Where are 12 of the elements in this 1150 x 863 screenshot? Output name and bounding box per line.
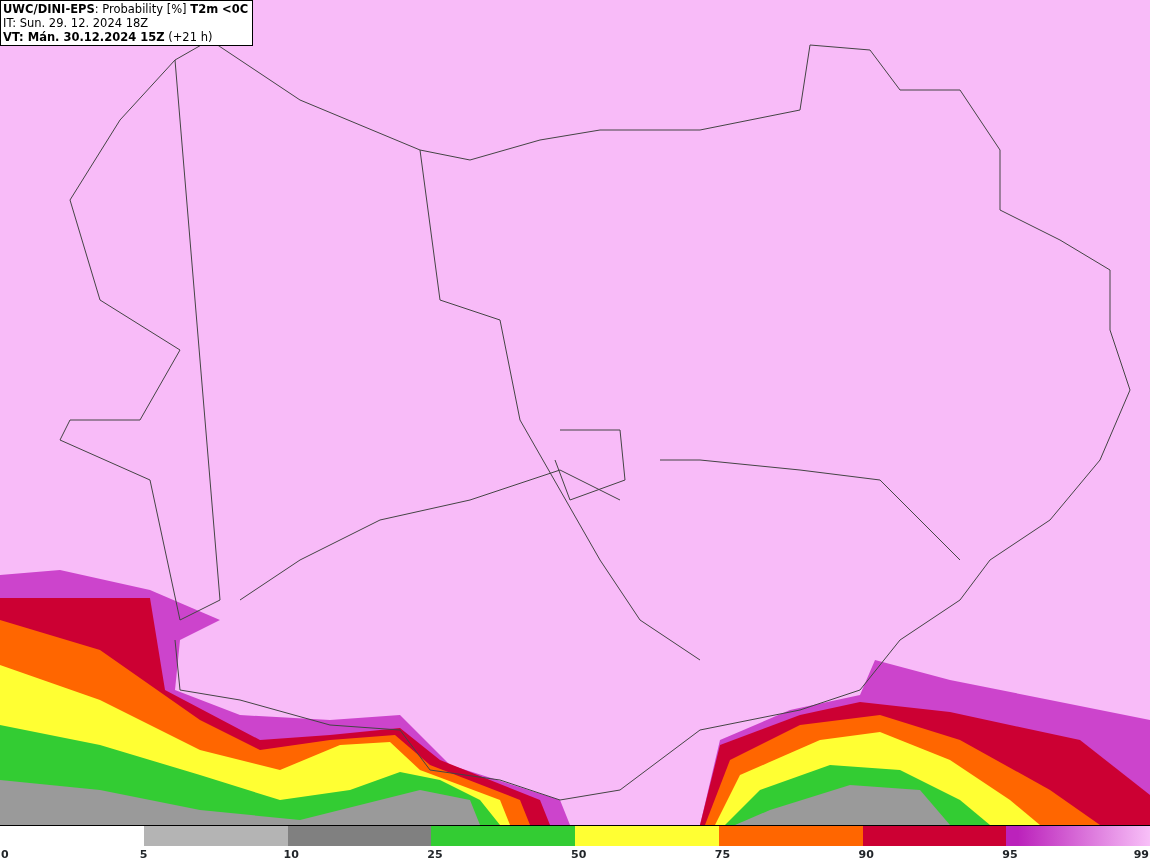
title-line: IT: Sun. 29. 12. 2024 18Z xyxy=(3,16,150,30)
scale-label: 90 xyxy=(858,848,874,862)
title-line: VT: Mán. 30.12.2024 15Z (+21 h) xyxy=(3,30,214,44)
scale-label: 50 xyxy=(571,848,587,862)
scale-label: 95 xyxy=(1002,848,1018,862)
scale-label: 10 xyxy=(283,848,299,862)
scale-label: 25 xyxy=(427,848,443,862)
scale-label: 99 xyxy=(1133,848,1149,862)
scale-label: 0 xyxy=(1,848,9,862)
scale-label: 5 xyxy=(139,848,148,862)
title-line: UWC/DINI-EPS: Probability [%] T2m <0C xyxy=(3,2,249,16)
scale-label: 75 xyxy=(714,848,731,862)
